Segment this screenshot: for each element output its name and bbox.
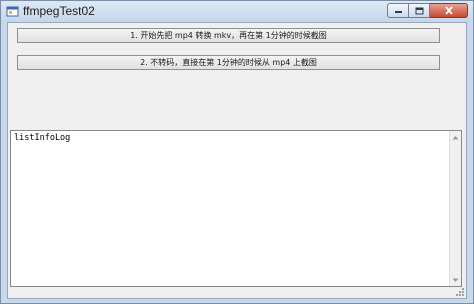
list-item[interactable]: listInfoLog <box>14 133 70 143</box>
close-button[interactable] <box>430 3 468 18</box>
app-window: ffmpegTest02 1. 开始先把 mp4 转换 mkv，再在第 1分钟的… <box>0 0 474 304</box>
title-bar[interactable]: ffmpegTest02 <box>1 1 473 22</box>
scroll-down-arrow-icon <box>452 278 459 282</box>
resize-grip-icon[interactable] <box>455 287 465 297</box>
scroll-up-button[interactable] <box>450 131 461 143</box>
log-listbox[interactable]: listInfoLog <box>10 130 462 287</box>
window-title: ffmpegTest02 <box>23 4 95 18</box>
window-controls <box>387 3 468 18</box>
maximize-button[interactable] <box>409 3 430 18</box>
scroll-down-button[interactable] <box>450 274 461 286</box>
scroll-up-arrow-icon <box>452 135 459 139</box>
minimize-icon <box>394 11 402 13</box>
convert-then-screenshot-button[interactable]: 1. 开始先把 mp4 转换 mkv，再在第 1分钟的时候截图 <box>17 28 440 43</box>
form-client-area: 1. 开始先把 mp4 转换 mkv，再在第 1分钟的时候截图 2. 不转码，直… <box>7 22 467 299</box>
direct-screenshot-button[interactable]: 2. 不转码，直接在第 1分钟的时候从 mp4 上截图 <box>17 55 440 70</box>
app-window-icon <box>6 6 19 17</box>
minimize-button[interactable] <box>387 3 409 18</box>
close-icon <box>444 6 453 15</box>
vertical-scrollbar[interactable] <box>449 131 461 286</box>
maximize-icon <box>415 7 423 14</box>
